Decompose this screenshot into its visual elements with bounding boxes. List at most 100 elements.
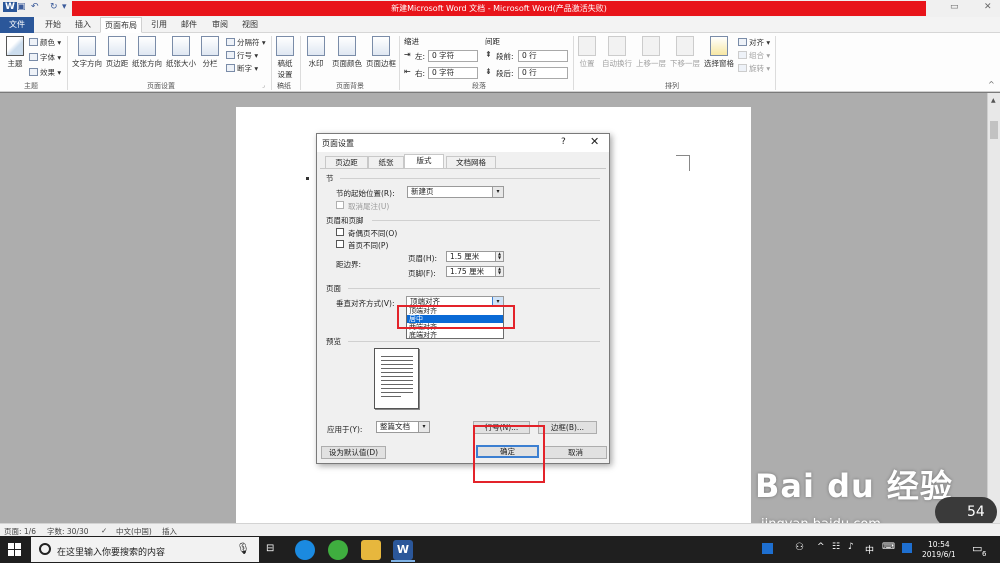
spinner-icon[interactable]: ▲ ▼ [495,252,503,261]
tab-insert[interactable]: 插入 [70,17,96,33]
tab-file[interactable]: 文件 [0,17,34,33]
chat-app-icon[interactable] [328,540,348,560]
suppress-endnotes-checkbox[interactable] [336,201,344,209]
page-divider [348,288,600,289]
odd-even-checkbox[interactable] [336,228,344,236]
undo-icon[interactable]: ↶ [31,2,39,12]
columns-button[interactable]: 分栏 [199,36,221,69]
taskbar-search[interactable]: 在这里输入你要搜索的内容 🎙 [31,537,259,562]
size-icon [172,36,190,56]
restore-icon[interactable]: ▭ [950,2,959,12]
collapse-ribbon-icon[interactable]: ^ [988,80,995,89]
windows-start-icon[interactable] [8,543,21,556]
tab-review[interactable]: 审阅 [207,17,233,33]
manuscript-button[interactable]: 稿纸 设置 [273,36,297,80]
margins-label: 页边距 [105,59,129,68]
group-objects-button[interactable]: 组合 ▾ [738,50,770,61]
task-view-icon[interactable]: ⊟ [266,543,274,554]
tab-page-layout[interactable]: 页面布局 [100,17,142,33]
customize-quick-access-icon[interactable]: ▾ [62,2,67,12]
margin-corner-mark [676,155,690,171]
tab-view[interactable]: 视图 [237,17,263,33]
scroll-thumb[interactable] [990,121,998,139]
spinner-icon[interactable]: ▲ ▼ [495,267,503,276]
tab-mailings[interactable]: 邮件 [176,17,202,33]
dialog-close-icon[interactable]: ✕ [590,135,599,148]
size-button[interactable]: 纸张大小 [164,36,198,69]
themes-button[interactable]: 主题 [3,36,27,69]
tab-layout[interactable]: 版式 [404,154,444,169]
dialog-launcher-icon[interactable]: ⌟ [262,82,265,89]
wrap-text-button[interactable]: 自动换行 [600,36,634,69]
ime-indicator[interactable]: 中 [865,543,874,556]
tray-app-icon-2[interactable] [902,543,912,553]
page-borders-button[interactable]: 页面边框 [364,36,398,69]
taskbar: 在这里输入你要搜索的内容 🎙 ⊟ W ⚇ ^ ☷ ♪ 中 ⌨ 10:54 201… [0,536,1000,563]
cancel-button[interactable]: 取消 [544,446,607,459]
spacing-before-icon: ⇞ [485,50,492,59]
columns-icon [201,36,219,56]
save-icon[interactable]: ▣ [17,2,26,12]
text-direction-button[interactable]: 文字方向 [70,36,104,69]
align-label: 对齐 [749,38,764,47]
file-explorer-icon[interactable] [361,540,381,560]
borders-button[interactable]: 边框(B)... [538,421,597,434]
first-page-checkbox[interactable] [336,240,344,248]
header-distance-label: 页眉(H): [408,254,438,263]
footer-distance-input[interactable]: 1.75 厘米 ▲ ▼ [446,266,504,277]
spacing-after-input[interactable]: 0 行 [518,67,568,79]
line-numbers-ribbon-button[interactable]: 行号 ▾ [226,50,258,61]
tab-home[interactable]: 开始 [40,17,66,33]
theme-fonts-button[interactable]: 字体 ▾ [29,52,61,63]
help-icon[interactable]: ? [561,137,566,147]
orientation-button[interactable]: 纸张方向 [130,36,164,69]
group-icon [738,51,747,59]
header-distance-input[interactable]: 1.5 厘米 ▲ ▼ [446,251,504,262]
bring-forward-button[interactable]: 上移一层 [634,36,668,69]
show-hidden-icons[interactable]: ^ [817,542,825,552]
margins-icon [108,36,126,56]
breaks-button[interactable]: 分隔符 ▾ [226,37,266,48]
page-color-button[interactable]: 页面颜色 [330,36,364,69]
hyphenation-button[interactable]: 断字 ▾ [226,63,258,74]
ribbon-separator [775,36,776,90]
rotate-button[interactable]: 旋转 ▾ [738,63,770,74]
set-default-button[interactable]: 设为默认值(D) [321,446,386,459]
redo-icon[interactable]: ↻ [50,2,58,12]
vertical-alignment-label: 垂直对齐方式(V): [336,299,395,308]
ribbon-separator [573,36,574,90]
vertical-scrollbar[interactable]: ▲ [987,93,1000,523]
theme-colors-button[interactable]: 颜色 ▾ [29,37,61,48]
theme-effects-button[interactable]: 效果 ▾ [29,67,61,78]
word-taskbar-icon[interactable]: W [393,540,413,560]
indent-left-input[interactable]: 0 字符 [428,50,478,62]
keyboard-icon[interactable]: ⌨ [882,542,895,552]
close-icon[interactable]: ✕ [984,2,992,12]
microphone-icon[interactable]: 🎙 [236,542,250,555]
clock[interactable]: 10:54 2019/6/1 [922,540,956,560]
spacing-title: 间距 [485,37,500,46]
align-button[interactable]: 对齐 ▾ [738,37,770,48]
volume-icon[interactable]: ♪ [848,542,854,552]
margins-button[interactable]: 页边距 [104,36,130,69]
section-start-select[interactable]: 新建页 ▾ [407,186,504,198]
position-button[interactable]: 位置 [576,36,598,69]
size-label: 纸张大小 [166,59,196,68]
tab-references[interactable]: 引用 [146,17,172,33]
watermark-button[interactable]: 水印 [303,36,329,69]
network-icon[interactable]: ☷ [832,542,840,552]
notification-icon[interactable]: ▭ [972,542,982,555]
apply-to-select[interactable]: 整篇文档 ▾ [376,421,430,433]
send-backward-button[interactable]: 下移一层 [668,36,702,69]
scroll-up-icon[interactable]: ▲ [991,97,996,104]
selection-pane-button[interactable]: 选择窗格 [703,36,735,69]
people-icon[interactable]: ⚇ [795,542,804,553]
option-bottom[interactable]: 底端对齐 [407,331,503,339]
browser-icon[interactable] [295,540,315,560]
word-app-icon[interactable]: W [3,2,17,12]
tray-app-icon[interactable] [762,543,773,554]
indent-right-input[interactable]: 0 字符 [428,67,478,79]
proofing-icon[interactable]: ✓ [101,526,107,535]
spacing-before-input[interactable]: 0 行 [518,50,568,62]
group-label-arrange: 排列 [665,82,679,90]
